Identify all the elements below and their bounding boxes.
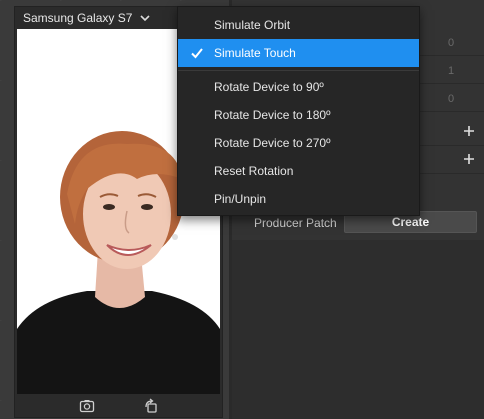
menu-item-label: Simulate Touch [214,46,296,60]
menu-item-pin-unpin[interactable]: Pin/Unpin [178,185,419,213]
value-field[interactable]: 1 [442,62,460,80]
add-icon[interactable] [462,124,476,138]
menu-item-simulate-orbit[interactable]: Simulate Orbit [178,11,419,39]
device-name: Samsung Galaxy S7 [23,11,133,25]
menu-item-label: Rotate Device to 90º [214,80,324,94]
menu-item-rotate-270[interactable]: Rotate Device to 270º [178,129,419,157]
simulator-toolbar [15,394,222,417]
menu-separator [178,70,419,71]
add-icon[interactable] [462,152,476,166]
menu-item-label: Rotate Device to 180º [214,108,331,122]
menu-item-reset-rotation[interactable]: Reset Rotation [178,157,419,185]
producer-patch-label: Producer Patch [254,216,337,230]
menu-item-label: Rotate Device to 270º [214,136,331,150]
menu-item-rotate-90[interactable]: Rotate Device to 90º [178,73,419,101]
menu-item-label: Pin/Unpin [214,192,267,206]
menu-item-rotate-180[interactable]: Rotate Device to 180º [178,101,419,129]
menu-item-label: Simulate Orbit [214,18,291,32]
rotate-icon[interactable] [143,397,159,414]
menu-item-label: Reset Rotation [214,164,294,178]
value-field[interactable]: 0 [442,90,460,108]
lower-panel [232,240,484,419]
capture-icon[interactable] [79,398,95,414]
value-field[interactable]: 0 [442,34,460,52]
chevron-down-icon [140,15,150,22]
checkmark-icon [191,48,203,59]
simulator-options-menu: Simulate Orbit Simulate Touch Rotate Dev… [177,6,420,216]
menu-item-simulate-touch[interactable]: Simulate Touch [178,39,419,67]
